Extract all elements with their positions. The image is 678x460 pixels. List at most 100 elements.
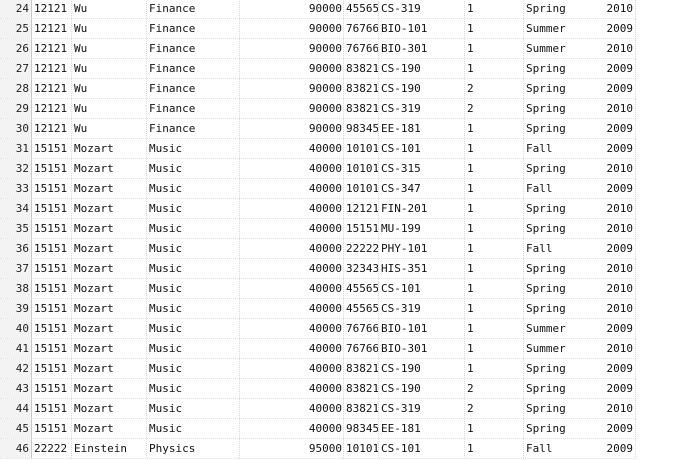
dept-name-cell[interactable]: Finance — [147, 39, 240, 58]
course-id-cell[interactable]: EE-181 — [379, 119, 465, 138]
name-cell[interactable]: Wu — [72, 79, 147, 98]
student-id-cell[interactable]: 83821 — [344, 399, 379, 418]
dept-name-cell[interactable]: Music — [147, 159, 240, 178]
year-cell[interactable]: 2010 — [596, 339, 636, 359]
salary-cell[interactable]: 90000 — [240, 0, 344, 18]
table-row[interactable]: 35 15151 Mozart Music 40000 15151 MU-199 1 Sprin… — [0, 219, 636, 239]
salary-cell[interactable]: 40000 — [240, 359, 344, 378]
course-id-cell[interactable]: FIN-201 — [379, 199, 465, 218]
year-cell[interactable]: 2010 — [596, 279, 636, 299]
instructor-id-cell[interactable]: 15151 — [32, 319, 72, 338]
year-cell[interactable]: 2009 — [596, 79, 636, 99]
course-id-cell[interactable]: CS-347 — [379, 179, 465, 198]
instructor-id-cell[interactable]: 12121 — [32, 0, 72, 18]
student-id-cell[interactable]: 15151 — [344, 219, 379, 238]
dept-name-cell[interactable]: Music — [147, 219, 240, 238]
table-row[interactable]: 36 15151 Mozart Music 40000 22222 PHY-101 1 Fall… — [0, 239, 636, 259]
instructor-id-cell[interactable]: 15151 — [32, 379, 72, 398]
student-id-cell[interactable]: 76766 — [344, 319, 379, 338]
salary-cell[interactable]: 90000 — [240, 79, 344, 98]
sec-id-cell[interactable]: 2 — [465, 99, 524, 118]
name-cell[interactable]: Wu — [72, 119, 147, 138]
course-id-cell[interactable]: CS-190 — [379, 359, 465, 378]
year-cell[interactable]: 2010 — [596, 0, 636, 19]
sec-id-cell[interactable]: 1 — [465, 159, 524, 178]
student-id-cell[interactable]: 83821 — [344, 59, 379, 78]
year-cell[interactable]: 2009 — [596, 59, 636, 79]
name-cell[interactable]: Mozart — [72, 379, 147, 398]
name-cell[interactable]: Wu — [72, 99, 147, 118]
instructor-id-cell[interactable]: 15151 — [32, 279, 72, 298]
instructor-id-cell[interactable]: 15151 — [32, 219, 72, 238]
name-cell[interactable]: Wu — [72, 19, 147, 38]
table-row[interactable]: 24 12121 Wu Finance 90000 45565 CS-319 1 Spring 2… — [0, 0, 636, 19]
student-id-cell[interactable]: 83821 — [344, 79, 379, 98]
instructor-id-cell[interactable]: 15151 — [32, 339, 72, 358]
student-id-cell[interactable]: 10101 — [344, 139, 379, 158]
student-id-cell[interactable]: 76766 — [344, 339, 379, 358]
name-cell[interactable]: Mozart — [72, 219, 147, 238]
table-row[interactable]: 29 12121 Wu Finance 90000 83821 CS-319 2 Spring 2… — [0, 99, 636, 119]
name-cell[interactable]: Mozart — [72, 139, 147, 158]
table-row[interactable]: 30 12121 Wu Finance 90000 98345 EE-181 1 Spring 2… — [0, 119, 636, 139]
dept-name-cell[interactable]: Music — [147, 259, 240, 278]
salary-cell[interactable]: 90000 — [240, 119, 344, 138]
salary-cell[interactable]: 90000 — [240, 19, 344, 38]
name-cell[interactable]: Mozart — [72, 259, 147, 278]
sec-id-cell[interactable]: 1 — [465, 139, 524, 158]
name-cell[interactable]: Mozart — [72, 359, 147, 378]
student-id-cell[interactable]: 83821 — [344, 379, 379, 398]
row-number[interactable]: 44 — [0, 399, 32, 418]
salary-cell[interactable]: 90000 — [240, 39, 344, 58]
sec-id-cell[interactable]: 1 — [465, 239, 524, 258]
student-id-cell[interactable]: 76766 — [344, 39, 379, 58]
dept-name-cell[interactable]: Music — [147, 339, 240, 358]
sec-id-cell[interactable]: 1 — [465, 119, 524, 138]
year-cell[interactable]: 2010 — [596, 399, 636, 419]
row-number[interactable]: 34 — [0, 199, 32, 218]
name-cell[interactable]: Wu — [72, 39, 147, 58]
course-id-cell[interactable]: EE-181 — [379, 419, 465, 438]
dept-name-cell[interactable]: Finance — [147, 0, 240, 18]
name-cell[interactable]: Mozart — [72, 159, 147, 178]
sec-id-cell[interactable]: 1 — [465, 0, 524, 18]
course-id-cell[interactable]: CS-319 — [379, 399, 465, 418]
name-cell[interactable]: Mozart — [72, 339, 147, 358]
row-number[interactable]: 31 — [0, 139, 32, 158]
name-cell[interactable]: Einstein — [72, 439, 147, 458]
instructor-id-cell[interactable]: 12121 — [32, 79, 72, 98]
name-cell[interactable]: Mozart — [72, 199, 147, 218]
row-number[interactable]: 45 — [0, 419, 32, 438]
row-number[interactable]: 37 — [0, 259, 32, 278]
table-row[interactable]: 34 15151 Mozart Music 40000 12121 FIN-201 1 Spri… — [0, 199, 636, 219]
name-cell[interactable]: Wu — [72, 59, 147, 78]
row-number[interactable]: 28 — [0, 79, 32, 98]
course-id-cell[interactable]: CS-101 — [379, 139, 465, 158]
instructor-id-cell[interactable]: 15151 — [32, 199, 72, 218]
course-id-cell[interactable]: CS-319 — [379, 299, 465, 318]
row-number[interactable]: 35 — [0, 219, 32, 238]
table-row[interactable]: 25 12121 Wu Finance 90000 76766 BIO-101 1 Summer… — [0, 19, 636, 39]
dept-name-cell[interactable]: Physics — [147, 439, 240, 458]
instructor-id-cell[interactable]: 15151 — [32, 419, 72, 438]
instructor-id-cell[interactable]: 15151 — [32, 179, 72, 198]
row-number[interactable]: 30 — [0, 119, 32, 138]
instructor-id-cell[interactable]: 12121 — [32, 99, 72, 118]
course-id-cell[interactable]: HIS-351 — [379, 259, 465, 278]
year-cell[interactable]: 2010 — [596, 159, 636, 179]
year-cell[interactable]: 2009 — [596, 139, 636, 159]
table-row[interactable]: 39 15151 Mozart Music 40000 45565 CS-319 1 Sprin… — [0, 299, 636, 319]
dept-name-cell[interactable]: Finance — [147, 119, 240, 138]
table-row[interactable]: 31 15151 Mozart Music 40000 10101 CS-101 1 Fall 2… — [0, 139, 636, 159]
dept-name-cell[interactable]: Music — [147, 379, 240, 398]
sec-id-cell[interactable]: 1 — [465, 359, 524, 378]
salary-cell[interactable]: 40000 — [240, 419, 344, 438]
dept-name-cell[interactable]: Music — [147, 139, 240, 158]
row-number[interactable]: 38 — [0, 279, 32, 298]
table-row[interactable]: 41 15151 Mozart Music 40000 76766 BIO-301 1 Summ… — [0, 339, 636, 359]
sec-id-cell[interactable]: 1 — [465, 59, 524, 78]
sec-id-cell[interactable]: 1 — [465, 419, 524, 438]
student-id-cell[interactable]: 83821 — [344, 99, 379, 118]
name-cell[interactable]: Mozart — [72, 279, 147, 298]
table-row[interactable]: 42 15151 Mozart Music 40000 83821 CS-190 1 Sprin… — [0, 359, 636, 379]
